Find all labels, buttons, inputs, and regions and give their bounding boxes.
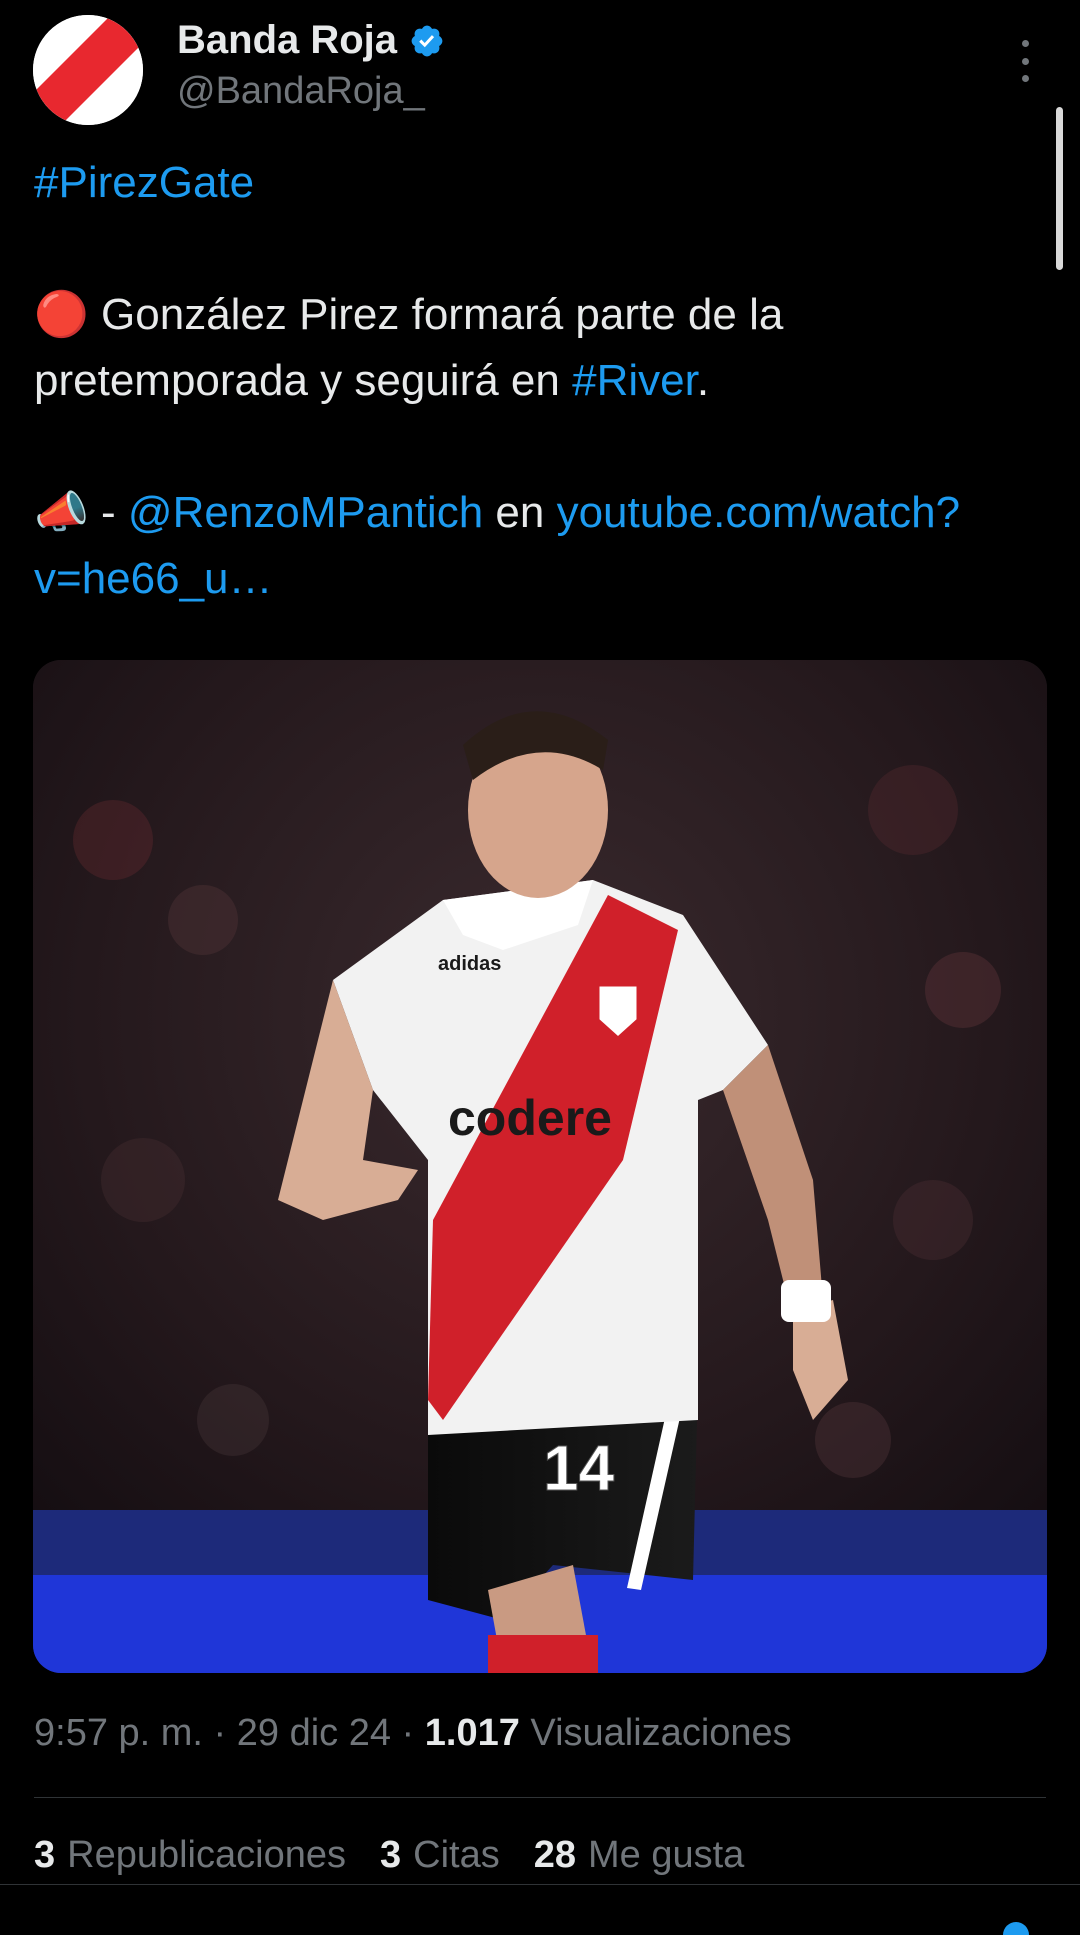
tweet-text: #PirezGate 🔴 González Pirez formará part…	[34, 150, 1044, 612]
jersey-number: 14	[543, 1432, 615, 1504]
likes-count: 28	[533, 1834, 576, 1876]
hashtag-river[interactable]: #River	[572, 356, 697, 405]
tweet-photo[interactable]: codere adidas 14	[33, 660, 1047, 1673]
jersey-sponsor: codere	[448, 1090, 612, 1146]
reposts-count: 3	[34, 1834, 56, 1876]
megaphone-emoji: 📣	[34, 488, 89, 537]
separator: ·	[202, 1712, 237, 1754]
en-text: en	[483, 488, 557, 537]
display-name[interactable]: Banda Roja	[177, 18, 397, 63]
period: .	[696, 356, 710, 405]
quotes-count: 3	[379, 1834, 402, 1876]
mention-renzo[interactable]: @RenzoMPantich	[128, 488, 483, 537]
quotes-stat[interactable]: 3 Citas	[380, 1834, 500, 1877]
separator: ·	[391, 1712, 425, 1754]
red-circle-emoji: 🔴	[34, 290, 89, 339]
divider	[0, 1884, 1080, 1885]
tweet-stats: 3 Republicaciones 3 Citas 28 Me gusta	[34, 1834, 744, 1877]
reposts-stat[interactable]: 3 Republicaciones	[34, 1834, 346, 1877]
views-count: 1.017	[424, 1712, 520, 1754]
scrollbar[interactable]	[1056, 107, 1063, 270]
reposts-label: Republicaciones	[67, 1834, 346, 1876]
divider	[34, 1797, 1046, 1798]
likes-stat[interactable]: 28 Me gusta	[534, 1834, 745, 1877]
quotes-label: Citas	[413, 1834, 500, 1876]
author-handle[interactable]: @BandaRoja_	[177, 70, 425, 113]
avatar[interactable]	[33, 15, 143, 125]
tweet-date[interactable]: 29 dic 24	[237, 1712, 391, 1754]
action-icon[interactable]	[1003, 1922, 1029, 1935]
tweet-time[interactable]: 9:57 p. m.	[34, 1712, 203, 1754]
likes-label: Me gusta	[587, 1834, 745, 1876]
views-label: Visualizaciones	[519, 1712, 792, 1754]
verified-badge-icon	[411, 25, 443, 56]
tweet-meta: 9:57 p. m. · 29 dic 24 · 1.017 Visualiza…	[34, 1712, 792, 1755]
author-name-row[interactable]: Banda Roja	[177, 18, 445, 63]
more-vertical-icon[interactable]	[1010, 40, 1040, 82]
dash: -	[88, 488, 128, 537]
jersey-brand: adidas	[438, 953, 501, 975]
hashtag-pirezgate[interactable]: #PirezGate	[34, 158, 254, 207]
